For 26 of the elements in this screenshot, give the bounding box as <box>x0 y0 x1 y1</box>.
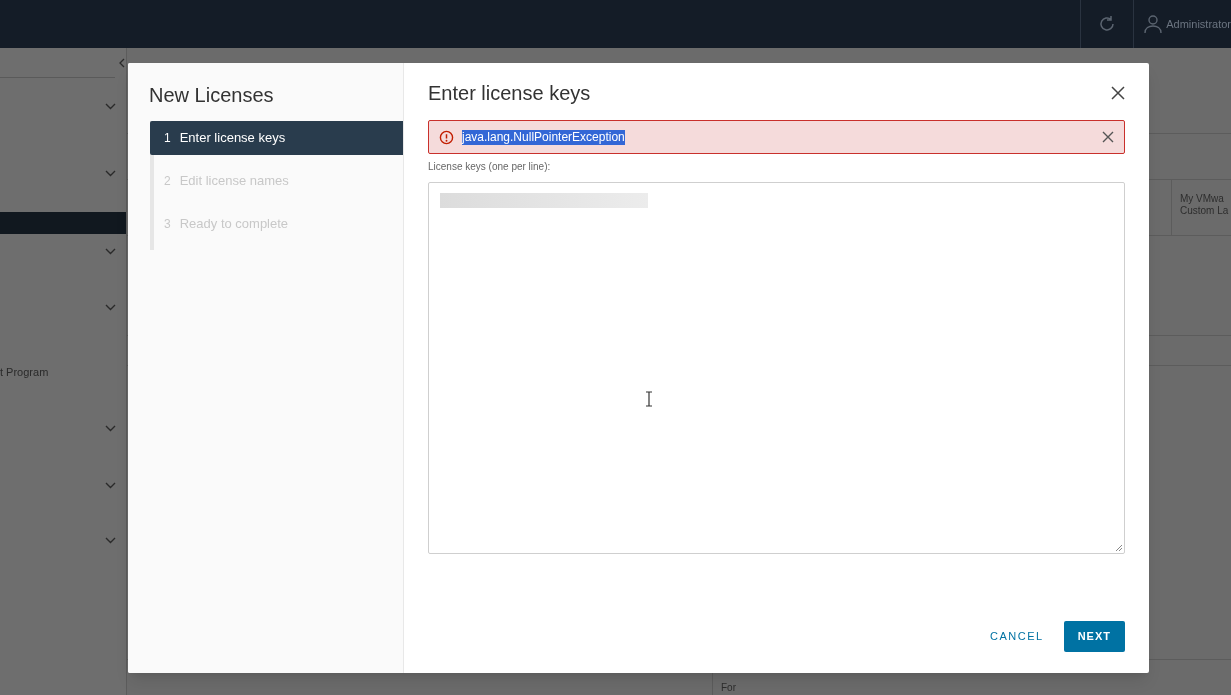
column-header: My VMwa Custom La <box>1180 193 1230 217</box>
text-cursor-icon <box>645 391 653 407</box>
user-icon <box>1144 14 1163 34</box>
user-name[interactable]: Administrator <box>1166 15 1231 33</box>
next-button[interactable]: NEXT <box>1063 621 1125 652</box>
close-icon[interactable] <box>1102 131 1114 143</box>
chevron-down-icon[interactable] <box>105 303 116 311</box>
chevron-down-icon[interactable] <box>105 537 116 544</box>
chevron-down-icon[interactable] <box>105 169 116 177</box>
chevron-down-icon[interactable] <box>105 424 116 432</box>
dialog-title: New Licenses <box>148 83 275 107</box>
cancel-button[interactable]: CANCEL <box>986 621 1048 652</box>
table-cell: For <box>721 681 736 695</box>
chevron-down-icon[interactable] <box>105 247 116 255</box>
resize-handle-icon[interactable] <box>1115 544 1123 552</box>
sidebar-item[interactable]: t Program <box>0 363 49 381</box>
step-heading: Enter license keys <box>428 81 591 105</box>
chevron-down-icon[interactable] <box>105 102 116 110</box>
wizard-step[interactable]: 1 Enter license keys <box>150 121 403 155</box>
error-icon <box>439 129 454 145</box>
field-label: License keys (one per line): <box>428 160 552 174</box>
chevron-left-icon[interactable] <box>119 57 125 68</box>
chevron-down-icon[interactable] <box>105 482 116 489</box>
license-keys-field[interactable] <box>428 182 1125 554</box>
error-message: java.lang.NullPointerException <box>462 129 625 145</box>
close-icon[interactable] <box>1111 86 1125 100</box>
